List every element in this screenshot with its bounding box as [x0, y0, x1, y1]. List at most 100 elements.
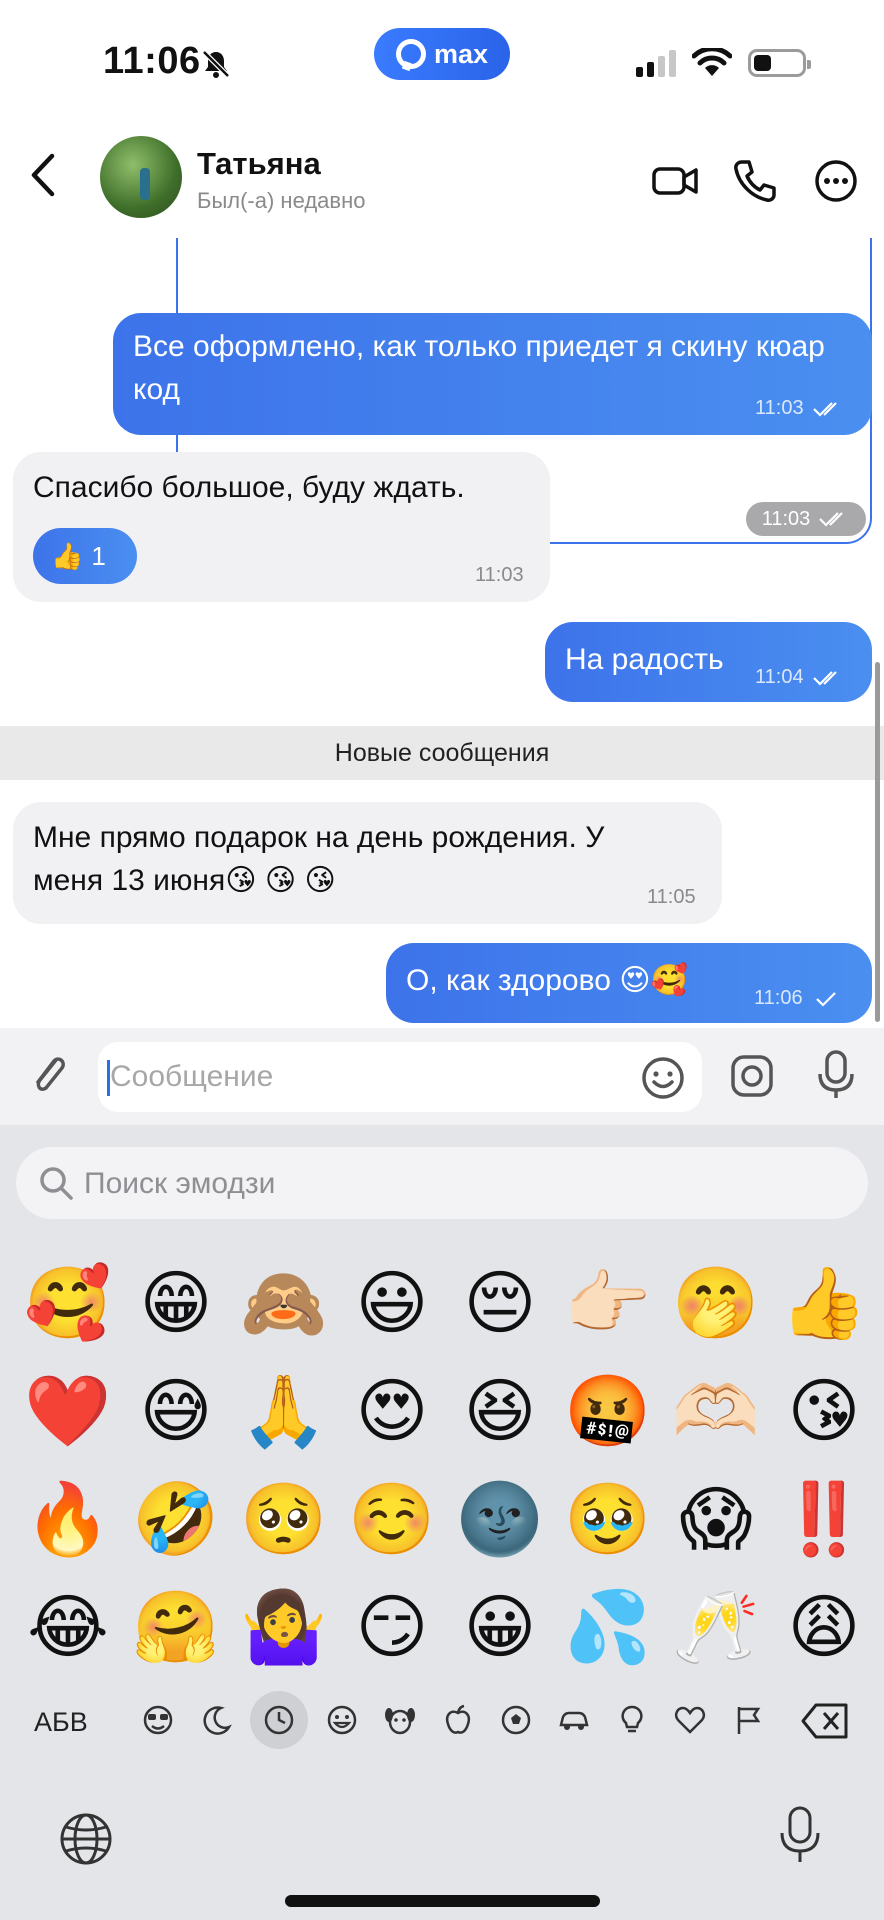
emoji-key[interactable]: 🙏 — [230, 1357, 338, 1465]
message-input[interactable]: Сообщение — [98, 1042, 702, 1112]
emoji-key[interactable]: 🔥 — [14, 1465, 122, 1573]
emoji-keyboard: Поиск эмодзи 🥰 😁 🙈 😃 😔 👉🏻 🤭 👍 ❤️ 😅 🙏 😍 😆 🤬 🫶🏻 😘 🔥 🤣 🥺 ☺️ 🌚 🥹 😱… — [0, 1125, 884, 1920]
emoji-key[interactable]: 🙈 — [230, 1249, 338, 1357]
dictation-mic-icon[interactable] — [778, 1805, 822, 1865]
moon-icon[interactable] — [192, 1691, 240, 1749]
emoji-key[interactable]: 😘 — [770, 1357, 878, 1465]
battery-icon — [748, 49, 811, 77]
message-time: 11:05 — [647, 886, 696, 908]
emoji-key[interactable]: 🤭 — [662, 1249, 770, 1357]
ball-icon[interactable] — [492, 1691, 540, 1749]
abc-keyboard-switch[interactable]: АБВ — [34, 1707, 88, 1738]
smileys-icon[interactable] — [134, 1691, 182, 1749]
emoji-key[interactable]: 😃 — [338, 1249, 446, 1357]
emoji-icon[interactable] — [318, 1691, 366, 1749]
message-bubble-outgoing[interactable]: На радость 11:04 — [545, 622, 872, 702]
message-time-text: 11:06 — [754, 987, 803, 1009]
status-bar: 11:06 max — [0, 0, 884, 120]
max-app-badge[interactable]: max — [374, 28, 510, 80]
car-icon[interactable] — [550, 1691, 598, 1749]
emoji-key[interactable]: 🥂 — [662, 1573, 770, 1681]
message-bubble-incoming[interactable]: Спасибо большое, буду ждать. 👍 1 11:03 — [13, 452, 550, 602]
emoji-key[interactable]: 🥺 — [230, 1465, 338, 1573]
message-time: 11:04 — [755, 666, 844, 689]
message-bubble-outgoing[interactable]: Все оформлено, как только приедет я скин… — [113, 313, 872, 435]
emoji-key[interactable]: 🤬 — [554, 1357, 662, 1465]
flag-icon[interactable] — [724, 1691, 772, 1749]
thumbs-up-icon: 👍 — [51, 540, 84, 571]
emoji-key[interactable]: 😏 — [338, 1573, 446, 1681]
microphone-icon[interactable] — [812, 1048, 860, 1102]
double-check-icon — [812, 670, 837, 686]
emoji-key[interactable]: 👍 — [770, 1249, 878, 1357]
emoji-key[interactable]: 🤗 — [122, 1573, 230, 1681]
emoji-search-input[interactable]: Поиск эмодзи — [16, 1147, 868, 1219]
emoji-key[interactable]: 😅 — [122, 1357, 230, 1465]
home-indicator[interactable] — [285, 1895, 600, 1907]
heart-icon[interactable] — [666, 1691, 714, 1749]
emoji-key[interactable]: 😍 — [338, 1357, 446, 1465]
emoji-key[interactable]: 🥹 — [554, 1465, 662, 1573]
message-list[interactable]: 11:03 Все оформлено, как только приедет … — [0, 238, 884, 1028]
message-text: Мне прямо подарок на день рождения. У ме… — [33, 821, 605, 897]
message-text: Все оформлено, как только приедет я скин… — [133, 330, 825, 406]
emoji-key[interactable]: 😔 — [446, 1249, 554, 1357]
emoji-key[interactable]: 😀 — [446, 1573, 554, 1681]
avatar[interactable] — [100, 136, 182, 218]
emoji-search-placeholder: Поиск эмодзи — [84, 1167, 276, 1200]
video-call-icon[interactable] — [650, 156, 700, 206]
composer-bar: Сообщение — [0, 1028, 884, 1125]
paperclip-icon[interactable] — [26, 1050, 72, 1100]
emoji-key[interactable]: 💦 — [554, 1573, 662, 1681]
message-text: О, как здорово 😍🥰 — [406, 964, 688, 997]
emoji-key[interactable]: 👉🏻 — [554, 1249, 662, 1357]
emoji-key[interactable]: 😆 — [446, 1357, 554, 1465]
more-options-icon[interactable] — [811, 156, 861, 206]
emoji-key[interactable]: 😱 — [662, 1465, 770, 1573]
camera-icon[interactable] — [728, 1052, 776, 1100]
chat-header: Татьяна Был(-а) недавно — [0, 120, 884, 238]
emoji-toggle-icon[interactable] — [640, 1055, 686, 1101]
emoji-key[interactable]: 🤷‍♀️ — [230, 1573, 338, 1681]
message-time: 11:03 — [755, 397, 844, 420]
message-text: На радость — [565, 643, 724, 676]
emoji-category-bar: АБВ — [0, 1685, 884, 1755]
phone-icon[interactable] — [730, 156, 780, 206]
message-time-text: 11:04 — [755, 666, 804, 688]
emoji-key[interactable]: 🥰 — [14, 1249, 122, 1357]
status-indicators — [636, 48, 811, 78]
contact-name[interactable]: Татьяна — [197, 146, 321, 182]
globe-icon[interactable] — [58, 1811, 114, 1867]
double-check-icon — [819, 512, 844, 527]
emoji-key[interactable]: 😁 — [122, 1249, 230, 1357]
apple-icon[interactable] — [434, 1691, 482, 1749]
emoji-key[interactable]: ☺️ — [338, 1465, 446, 1573]
recent-icon[interactable] — [250, 1691, 308, 1749]
emoji-key[interactable]: 😂 — [14, 1573, 122, 1681]
emoji-key[interactable]: 🤣 — [122, 1465, 230, 1573]
reaction-count: 1 — [91, 540, 106, 571]
backspace-icon[interactable] — [800, 1701, 850, 1741]
emoji-key[interactable]: ❤️ — [14, 1357, 122, 1465]
animal-icon[interactable] — [376, 1691, 424, 1749]
emoji-key[interactable]: ‼️ — [770, 1465, 878, 1573]
message-bubble-incoming[interactable]: Мне прямо подарок на день рождения. У ме… — [13, 802, 722, 924]
contact-status: Был(-а) недавно — [197, 188, 366, 213]
bulb-icon[interactable] — [608, 1691, 656, 1749]
scrollbar[interactable] — [875, 662, 880, 1022]
message-input-placeholder: Сообщение — [110, 1060, 274, 1093]
emoji-key[interactable]: 🌚 — [446, 1465, 554, 1573]
message-time: 11:03 — [475, 564, 524, 586]
emoji-key[interactable]: 🫶🏻 — [662, 1357, 770, 1465]
status-time: 11:06 — [103, 40, 201, 82]
single-check-icon — [815, 991, 836, 1007]
max-logo-icon — [395, 39, 426, 69]
emoji-key[interactable]: 😩 — [770, 1573, 878, 1681]
back-arrow-icon[interactable] — [22, 150, 66, 200]
wifi-icon — [692, 48, 732, 76]
emoji-grid: 🥰 😁 🙈 😃 😔 👉🏻 🤭 👍 ❤️ 😅 🙏 😍 😆 🤬 🫶🏻 😘 🔥 🤣 🥺 ☺️ 🌚 🥹 😱 ‼️ 😂 🤗 🤷‍♀️ 😏 😀 💦 🥂 😩 — [14, 1249, 874, 1681]
new-messages-divider: Новые сообщения — [0, 726, 884, 780]
message-time: 11:06 — [754, 987, 843, 1010]
message-bubble-outgoing[interactable]: О, как здорово 😍🥰 11:06 — [386, 943, 872, 1023]
reaction-chip[interactable]: 👍 1 — [33, 528, 137, 584]
